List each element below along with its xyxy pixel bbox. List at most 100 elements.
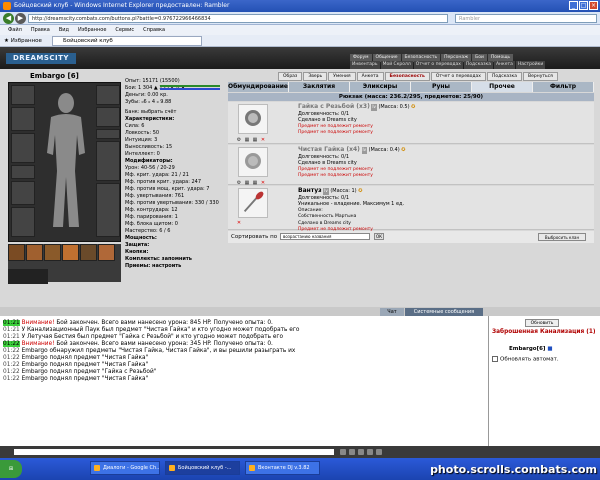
drop-icon[interactable]: ▦ bbox=[252, 137, 258, 143]
section-sets[interactable]: Комплекты: запомнить bbox=[125, 256, 225, 263]
item-image-clean-nut[interactable] bbox=[238, 147, 268, 177]
slot-ring[interactable] bbox=[96, 129, 120, 139]
search-input[interactable]: Rambler bbox=[455, 14, 597, 23]
stat-line: Мф. крит. удара: 21 / 21 bbox=[125, 172, 189, 178]
sort-select[interactable]: возрастанию названия bbox=[280, 233, 370, 240]
slot-gloves[interactable] bbox=[11, 181, 35, 205]
slot-helmet[interactable] bbox=[11, 85, 35, 105]
address-input[interactable]: http://dreamscity.combats.com/buttons.pl… bbox=[28, 14, 448, 23]
taskbar-item[interactable]: Вконтакте DJ v.3.82 bbox=[245, 461, 320, 475]
taskbar-item[interactable]: Диалоги - Google Ch... bbox=[90, 461, 160, 475]
image-button[interactable]: Образ bbox=[278, 72, 303, 81]
clan-button[interactable]: Выбросить клан bbox=[538, 233, 586, 241]
hp-bar bbox=[160, 85, 220, 87]
slot-armor[interactable] bbox=[11, 133, 35, 163]
tab-runes[interactable]: Руны bbox=[411, 82, 472, 92]
chat-input[interactable] bbox=[14, 449, 334, 455]
quickslot-1[interactable] bbox=[8, 244, 25, 261]
tab-filter[interactable]: Фильтр bbox=[533, 82, 594, 92]
transfers-button[interactable]: Отчет о переводах bbox=[430, 72, 486, 81]
forward-button[interactable]: ▶ bbox=[15, 13, 26, 24]
pet-button[interactable]: Зверь bbox=[303, 72, 328, 81]
info-icon[interactable]: ✪ bbox=[401, 147, 405, 153]
slot-weapon[interactable] bbox=[11, 107, 35, 131]
send-icon[interactable] bbox=[376, 449, 382, 455]
tab-elixirs[interactable]: Эликсиры bbox=[350, 82, 411, 92]
nav-profile[interactable]: Анкета bbox=[493, 61, 515, 69]
slot-boots[interactable] bbox=[11, 207, 35, 237]
slot-amulet[interactable] bbox=[96, 107, 120, 127]
tab-equipment[interactable]: Обмундирование bbox=[228, 82, 289, 92]
menu-view[interactable]: Вид bbox=[59, 25, 69, 35]
minimize-button[interactable]: _ bbox=[569, 1, 578, 10]
delete-icon[interactable]: ✕ bbox=[236, 220, 242, 226]
nav-inventory[interactable]: Инвентарь bbox=[350, 61, 380, 69]
quickslot-6[interactable] bbox=[98, 244, 115, 261]
nav-scroll[interactable]: Мой Скролл bbox=[380, 61, 413, 69]
close-button[interactable]: × bbox=[589, 1, 598, 10]
filter-icon[interactable] bbox=[367, 449, 373, 455]
menu-tools[interactable]: Сервис bbox=[115, 25, 134, 35]
bank-link[interactable]: Банк: выбрать счёт bbox=[125, 109, 225, 116]
maximize-button[interactable]: □ bbox=[579, 1, 588, 10]
info-icon[interactable]: ■ bbox=[547, 346, 552, 352]
nav-settings[interactable]: Настройки bbox=[515, 61, 546, 69]
delete-icon[interactable]: ✕ bbox=[260, 137, 266, 143]
quickslot-3[interactable] bbox=[44, 244, 61, 261]
auto-refresh-checkbox[interactable] bbox=[492, 356, 498, 362]
item-name[interactable]: Вантуз bbox=[298, 187, 322, 194]
profile-button[interactable]: Анкета bbox=[356, 72, 384, 81]
slot-earrings[interactable] bbox=[96, 85, 120, 105]
slot-shield[interactable] bbox=[96, 141, 120, 181]
clear-icon[interactable] bbox=[358, 449, 364, 455]
exp-bars bbox=[160, 85, 220, 93]
sort-ok-button[interactable]: ОК bbox=[374, 233, 384, 240]
return-button[interactable]: Вернуться bbox=[523, 72, 558, 81]
tab-system-messages[interactable]: Системные сообщения bbox=[405, 308, 483, 316]
quickslot-5[interactable] bbox=[80, 244, 97, 261]
info-icon[interactable]: ✪ bbox=[411, 104, 415, 110]
quickslot-4[interactable] bbox=[62, 244, 79, 261]
nav-transfers[interactable]: Отчет о переводах bbox=[413, 61, 463, 69]
item-image-nut[interactable] bbox=[238, 104, 268, 134]
tab-chat[interactable]: Чат bbox=[380, 308, 404, 316]
info-icon[interactable]: ✪ bbox=[358, 188, 362, 194]
tab-spells[interactable]: Заклятия bbox=[289, 82, 350, 92]
item-name[interactable]: Чистая Гайка (х4) bbox=[298, 146, 360, 153]
auto-refresh-toggle[interactable]: Обновлять автомат. bbox=[492, 356, 559, 363]
tab-other[interactable]: Прочее bbox=[472, 82, 533, 92]
section-tricks[interactable]: Приемы: настроить bbox=[125, 263, 225, 270]
taskbar-item[interactable]: Бойцовский клуб -... bbox=[165, 461, 240, 475]
smiley-icon[interactable] bbox=[340, 449, 346, 455]
menu-file[interactable]: Файл bbox=[8, 25, 22, 35]
refresh-button[interactable]: Обновить bbox=[525, 319, 559, 327]
security-button[interactable]: Безопасность bbox=[384, 72, 430, 81]
menu-edit[interactable]: Правка bbox=[31, 25, 50, 35]
section-defense[interactable]: Защита: bbox=[125, 242, 225, 249]
window-title: Бойцовский клуб - Windows Internet Explo… bbox=[14, 2, 230, 9]
item-image-plunger[interactable] bbox=[238, 188, 268, 218]
section-modifiers[interactable]: Модификаторы: bbox=[125, 158, 225, 165]
use-icon[interactable]: ⚙ bbox=[236, 137, 242, 143]
translit-icon[interactable] bbox=[349, 449, 355, 455]
browser-tab[interactable]: Бойцовский клуб bbox=[52, 36, 202, 46]
sort-bar: Сортировать по возрастанию названия ОК В… bbox=[228, 231, 594, 243]
item-name[interactable]: Гайка с Резьбой (х3) bbox=[298, 103, 370, 110]
section-power[interactable]: Мощность: bbox=[125, 235, 225, 242]
back-button[interactable]: ◀ bbox=[3, 13, 14, 24]
slot-legs[interactable] bbox=[96, 183, 120, 237]
hint-button[interactable]: Подсказка bbox=[486, 72, 523, 81]
skills-button[interactable]: Умения bbox=[328, 72, 356, 81]
section-buttons[interactable]: Кнопки: bbox=[125, 249, 225, 256]
menu-favorites[interactable]: Избранное bbox=[78, 25, 106, 35]
start-button[interactable]: ⊞ bbox=[0, 460, 22, 478]
favorites-button[interactable]: ★ Избранное bbox=[4, 35, 42, 47]
section-characteristics[interactable]: Характеристики: bbox=[125, 116, 225, 123]
location-user[interactable]: Embargo[6] ■ bbox=[509, 346, 553, 352]
menu-help[interactable]: Справка bbox=[143, 25, 165, 35]
nav-hint[interactable]: Подсказка bbox=[463, 61, 493, 69]
backpack-header: Рюкзак (масса: 236.2/295, предметов: 25/… bbox=[228, 93, 594, 101]
quickslot-2[interactable] bbox=[26, 244, 43, 261]
pack-icon[interactable]: ▦ bbox=[244, 137, 250, 143]
slot-belt[interactable] bbox=[11, 165, 35, 179]
